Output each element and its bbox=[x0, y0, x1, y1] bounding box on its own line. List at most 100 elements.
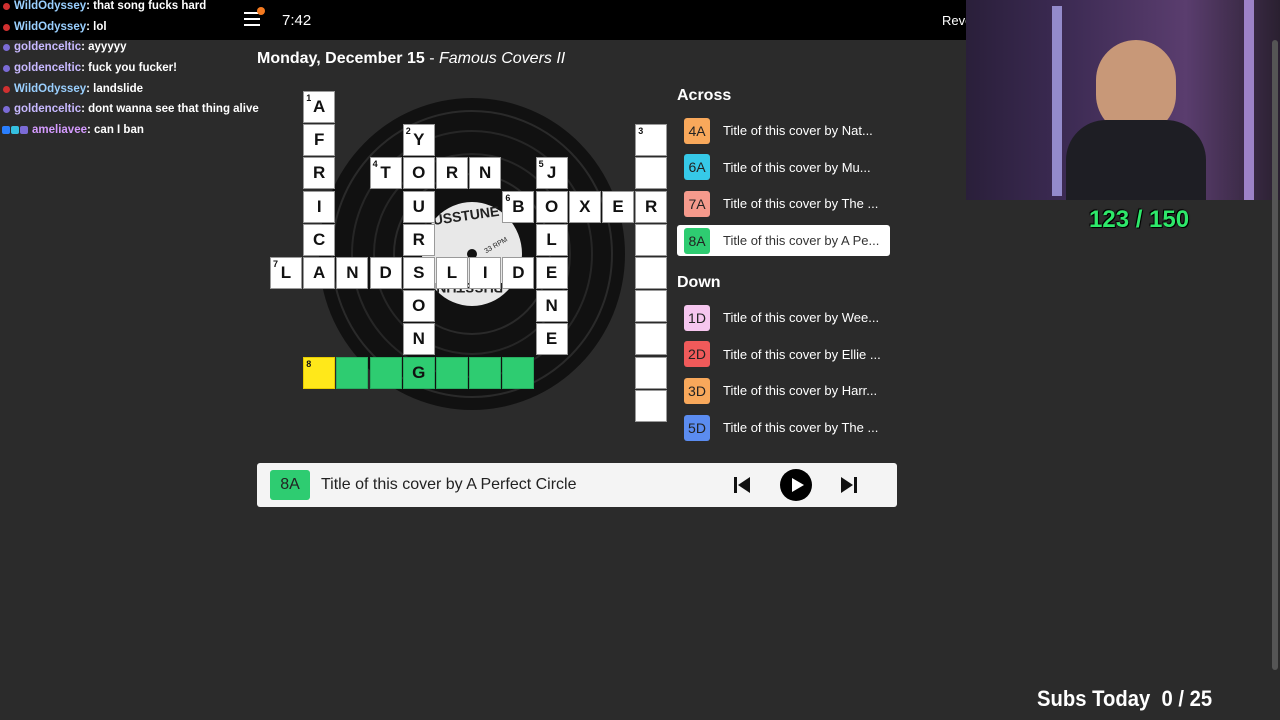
grid-cell[interactable] bbox=[502, 356, 535, 389]
clue-item-8a[interactable]: 8A Title of this cover by A Pe... bbox=[677, 225, 890, 257]
grid-cell[interactable]: O bbox=[402, 157, 435, 190]
next-clue-button[interactable] bbox=[840, 476, 858, 494]
grid-cell[interactable]: 4T bbox=[369, 157, 402, 190]
grid-cell[interactable]: 5J bbox=[535, 157, 568, 190]
grid-cell[interactable] bbox=[635, 290, 668, 323]
grid-cell[interactable]: E bbox=[602, 190, 634, 223]
clue-item-4a[interactable]: 4A Title of this cover by Nat... bbox=[677, 115, 890, 146]
scrollbar[interactable] bbox=[1272, 40, 1278, 670]
clue-number: 8 bbox=[306, 358, 312, 369]
chat-message: goldenceltic : ayyyyy bbox=[0, 37, 260, 58]
grid-cell[interactable]: 3 bbox=[635, 124, 668, 157]
down-heading: Down bbox=[677, 274, 721, 291]
grid-cell[interactable]: I bbox=[303, 190, 336, 223]
chat-text: : dont wanna see that thing alive bbox=[81, 103, 259, 116]
grid-cell[interactable]: S bbox=[402, 257, 435, 289]
grid-cell[interactable] bbox=[635, 223, 668, 256]
grid-cell[interactable]: E bbox=[535, 323, 568, 356]
cell-letter: O bbox=[544, 196, 559, 216]
grid-cell[interactable] bbox=[436, 356, 468, 389]
grid-cell[interactable]: C bbox=[303, 223, 336, 256]
grid-cell[interactable]: X bbox=[568, 190, 601, 223]
clue-number: 6 bbox=[505, 192, 511, 203]
clue-number: 7 bbox=[273, 259, 279, 269]
grid-cell[interactable]: E bbox=[535, 257, 568, 289]
clue-number: 5 bbox=[538, 159, 544, 170]
grid-cell[interactable] bbox=[635, 257, 668, 289]
grid-cell[interactable]: R bbox=[303, 157, 336, 190]
grid-cell[interactable]: 8 bbox=[303, 356, 336, 389]
cell-letter: I bbox=[316, 196, 322, 216]
grid-cell[interactable]: N bbox=[535, 290, 568, 323]
grid-cell[interactable]: G bbox=[402, 356, 435, 389]
cell-letter: I bbox=[482, 263, 488, 282]
cell-letter: B bbox=[512, 196, 525, 216]
grid-cell[interactable]: 2Y bbox=[402, 124, 435, 157]
grid-cell[interactable]: D bbox=[369, 257, 402, 289]
grid-cell[interactable]: 6B bbox=[502, 190, 535, 223]
timer: 7:42 bbox=[282, 12, 312, 29]
grid-cell[interactable]: N bbox=[469, 157, 502, 190]
chat-username[interactable]: WildOdyssey bbox=[14, 17, 86, 38]
grid-cell[interactable]: O bbox=[535, 190, 568, 223]
grid-cell[interactable]: D bbox=[502, 257, 535, 289]
cell-letter: D bbox=[512, 263, 525, 282]
chat-username[interactable]: goldenceltic bbox=[14, 37, 81, 58]
chat-username[interactable]: WildOdyssey bbox=[14, 79, 86, 100]
user-badge-icon bbox=[3, 64, 10, 72]
grid-cell[interactable]: R bbox=[635, 190, 668, 223]
grid-cell[interactable] bbox=[635, 356, 668, 389]
grid-cell[interactable]: R bbox=[402, 223, 435, 256]
current-clue-bar: 8A Title of this cover by A Perfect Circ… bbox=[257, 463, 897, 507]
grid-cell[interactable]: F bbox=[303, 124, 336, 157]
clue-item-1d[interactable]: 1D Title of this cover by Wee... bbox=[677, 302, 890, 333]
title-separator: - bbox=[424, 50, 439, 67]
grid-cell[interactable] bbox=[369, 356, 402, 389]
chat-message: WildOdyssey : lol bbox=[0, 17, 260, 38]
current-clue-text: Title of this cover by A Perfect Circle bbox=[321, 476, 577, 493]
chat-username[interactable]: goldenceltic bbox=[14, 58, 81, 79]
grid-cell[interactable]: L bbox=[436, 257, 468, 289]
clue-text: Title of this cover by The ... bbox=[723, 196, 879, 212]
clue-item-2d[interactable]: 2D Title of this cover by Ellie ... bbox=[677, 339, 890, 370]
grid-cell[interactable] bbox=[336, 356, 369, 389]
grid-cell[interactable]: I bbox=[469, 257, 502, 289]
clue-number: 4 bbox=[372, 159, 378, 170]
grid-cell[interactable] bbox=[635, 157, 668, 190]
user-badge-icon bbox=[3, 23, 10, 31]
grid-cell[interactable]: 1A bbox=[303, 91, 336, 123]
clue-id-badge: 3D bbox=[684, 377, 710, 404]
play-button[interactable] bbox=[780, 469, 812, 501]
cell-letter: Y bbox=[413, 130, 425, 150]
grid-cell[interactable] bbox=[635, 389, 668, 422]
chat-username[interactable]: ameliavee bbox=[32, 120, 87, 141]
puzzle-theme: Famous Covers II bbox=[438, 50, 566, 67]
grid-cell[interactable]: N bbox=[336, 257, 369, 289]
grid-cell[interactable]: N bbox=[402, 323, 435, 356]
cell-letter: C bbox=[313, 229, 326, 249]
grid-cell[interactable]: U bbox=[402, 190, 435, 223]
clue-item-5d[interactable]: 5D Title of this cover by The ... bbox=[677, 412, 890, 443]
cell-letter: O bbox=[412, 163, 426, 183]
user-badge-icon bbox=[3, 44, 10, 52]
clue-item-3d[interactable]: 3D Title of this cover by Harr... bbox=[677, 375, 890, 406]
clue-item-7a[interactable]: 7A Title of this cover by The ... bbox=[677, 188, 890, 219]
cell-letter: L bbox=[446, 263, 458, 282]
clue-text: Title of this cover by Nat... bbox=[723, 123, 873, 138]
grid-cell[interactable]: L bbox=[535, 223, 568, 256]
grid-cell[interactable]: R bbox=[436, 157, 468, 190]
score-counter: 123 / 150 bbox=[1089, 206, 1190, 233]
clue-id-badge: 7A bbox=[684, 190, 710, 217]
grid-cell[interactable]: A bbox=[303, 257, 336, 289]
user-badge-icon bbox=[3, 106, 10, 114]
grid-cell[interactable] bbox=[469, 356, 502, 389]
clue-item-6a[interactable]: 6A Title of this cover by Mu... bbox=[677, 152, 890, 183]
grid-cell[interactable]: O bbox=[402, 290, 435, 323]
chat-username[interactable]: WildOdyssey bbox=[14, 0, 86, 17]
chat-username[interactable]: goldenceltic bbox=[14, 99, 81, 120]
across-heading: Across bbox=[677, 87, 732, 104]
clue-number: 2 bbox=[405, 126, 411, 137]
previous-clue-button[interactable] bbox=[733, 476, 751, 494]
grid-cell[interactable] bbox=[635, 323, 668, 356]
grid-cell[interactable]: 7L bbox=[270, 257, 302, 289]
